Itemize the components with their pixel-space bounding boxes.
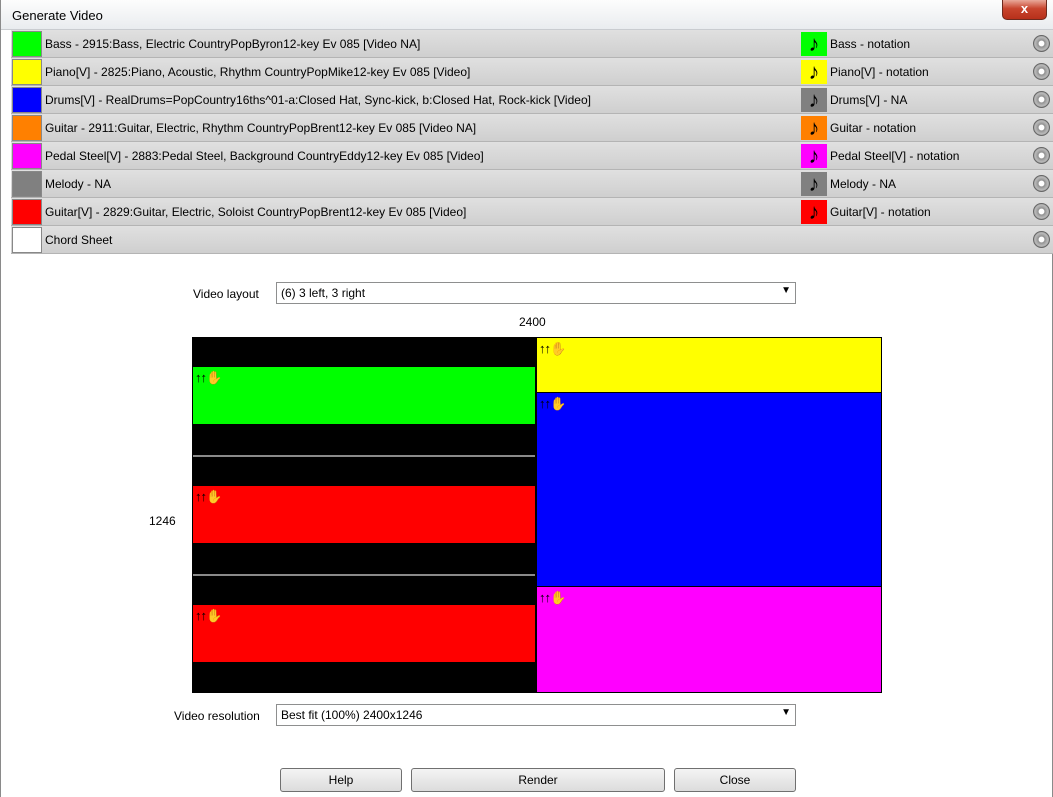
move-hand-icon[interactable]: ↑↑✋ <box>539 341 566 357</box>
track-row[interactable]: Pedal Steel[V] - 2883:Pedal Steel, Backg… <box>11 142 1053 170</box>
track-row[interactable]: Guitar - 2911:Guitar, Electric, Rhythm C… <box>11 114 1053 142</box>
track-list: Bass - 2915:Bass, Electric CountryPopByr… <box>11 30 1053 254</box>
track-color-swatch[interactable] <box>12 31 42 57</box>
video-resolution-select[interactable]: Best fit (100%) 2400x1246 ▼ <box>276 704 796 726</box>
video-resolution-value: Best fit (100%) 2400x1246 <box>281 708 423 722</box>
video-panel[interactable]: ↑↑✋ <box>537 393 881 586</box>
dropdown-arrow-icon: ▼ <box>781 707 791 718</box>
gear-icon[interactable] <box>1033 35 1050 52</box>
move-hand-icon[interactable]: ↑↑✋ <box>195 370 222 386</box>
track-label: Guitar - 2911:Guitar, Electric, Rhythm C… <box>45 121 477 135</box>
video-height-label: 1246 <box>149 514 176 528</box>
track-row[interactable]: Chord Sheet <box>11 226 1053 254</box>
music-note-icon[interactable]: ♪ <box>801 200 827 224</box>
dropdown-arrow-icon: ▼ <box>781 285 791 296</box>
gear-icon[interactable] <box>1033 91 1050 108</box>
track-color-swatch[interactable] <box>12 171 42 197</box>
notation-label: Melody - NA <box>830 177 897 191</box>
video-layout-label: Video layout <box>193 287 259 301</box>
notation-label: Guitar[V] - notation <box>830 205 931 219</box>
gear-icon[interactable] <box>1033 175 1050 192</box>
track-color-swatch[interactable] <box>12 227 42 253</box>
track-label: Chord Sheet <box>45 233 113 247</box>
video-resolution-label: Video resolution <box>174 709 260 723</box>
slot-divider <box>193 574 535 576</box>
track-row[interactable]: Melody - NA ♪ Melody - NA <box>11 170 1053 198</box>
gear-icon[interactable] <box>1033 231 1050 248</box>
track-color-swatch[interactable] <box>12 115 42 141</box>
notation-label: Guitar - notation <box>830 121 917 135</box>
move-hand-icon[interactable]: ↑↑✋ <box>195 489 222 505</box>
music-note-icon[interactable]: ♪ <box>801 32 827 56</box>
track-label: Pedal Steel[V] - 2883:Pedal Steel, Backg… <box>45 149 484 163</box>
gear-icon[interactable] <box>1033 147 1050 164</box>
music-note-icon[interactable]: ♪ <box>801 88 827 112</box>
close-button[interactable]: Close <box>674 768 796 792</box>
gear-icon[interactable] <box>1033 119 1050 136</box>
notation-label: Bass - notation <box>830 37 911 51</box>
video-layout-preview: ↑↑✋ ↑↑✋ ↑↑✋ ↑↑✋ ↑↑✋ ↑↑✋ <box>192 337 882 693</box>
video-layout-select[interactable]: (6) 3 left, 3 right ▼ <box>276 282 796 304</box>
music-note-icon[interactable]: ♪ <box>801 60 827 84</box>
track-row[interactable]: Bass - 2915:Bass, Electric CountryPopByr… <box>11 30 1053 58</box>
track-row[interactable]: Piano[V] - 2825:Piano, Acoustic, Rhythm … <box>11 58 1053 86</box>
music-note-icon[interactable]: ♪ <box>801 116 827 140</box>
music-note-icon[interactable]: ♪ <box>801 144 827 168</box>
track-row[interactable]: Guitar[V] - 2829:Guitar, Electric, Soloi… <box>11 198 1053 226</box>
gear-icon[interactable] <box>1033 203 1050 220</box>
video-panel[interactable]: ↑↑✋ <box>193 367 535 424</box>
track-label: Guitar[V] - 2829:Guitar, Electric, Soloi… <box>45 205 467 219</box>
video-panel[interactable]: ↑↑✋ <box>193 605 535 662</box>
slot-divider <box>193 455 535 457</box>
video-width-label: 2400 <box>519 315 546 329</box>
track-label: Bass - 2915:Bass, Electric CountryPopByr… <box>45 37 421 51</box>
close-window-button[interactable]: x <box>1002 0 1047 20</box>
notation-label: Pedal Steel[V] - notation <box>830 149 960 163</box>
notation-label: Drums[V] - NA <box>830 93 908 107</box>
track-label: Drums[V] - RealDrums=PopCountry16ths^01-… <box>45 93 591 107</box>
track-color-swatch[interactable] <box>12 87 42 113</box>
track-label: Piano[V] - 2825:Piano, Acoustic, Rhythm … <box>45 65 471 79</box>
title-bar: Generate Video x <box>1 0 1053 30</box>
track-color-swatch[interactable] <box>12 199 42 225</box>
video-panel[interactable]: ↑↑✋ <box>193 486 535 543</box>
generate-video-dialog: Generate Video x Bass - 2915:Bass, Elect… <box>0 0 1053 797</box>
help-button[interactable]: Help <box>280 768 402 792</box>
move-hand-icon[interactable]: ↑↑✋ <box>195 608 222 624</box>
track-row[interactable]: Drums[V] - RealDrums=PopCountry16ths^01-… <box>11 86 1053 114</box>
gear-icon[interactable] <box>1033 63 1050 80</box>
track-color-swatch[interactable] <box>12 143 42 169</box>
video-panel[interactable]: ↑↑✋ <box>537 587 881 692</box>
video-layout-value: (6) 3 left, 3 right <box>281 286 366 300</box>
video-panel[interactable]: ↑↑✋ <box>537 338 881 392</box>
render-button[interactable]: Render <box>411 768 665 792</box>
notation-label: Piano[V] - notation <box>830 65 929 79</box>
track-color-swatch[interactable] <box>12 59 42 85</box>
music-note-icon[interactable]: ♪ <box>801 172 827 196</box>
track-label: Melody - NA <box>45 177 112 191</box>
window-title: Generate Video <box>12 8 103 23</box>
move-hand-icon[interactable]: ↑↑✋ <box>539 396 566 412</box>
move-hand-icon[interactable]: ↑↑✋ <box>539 590 566 606</box>
